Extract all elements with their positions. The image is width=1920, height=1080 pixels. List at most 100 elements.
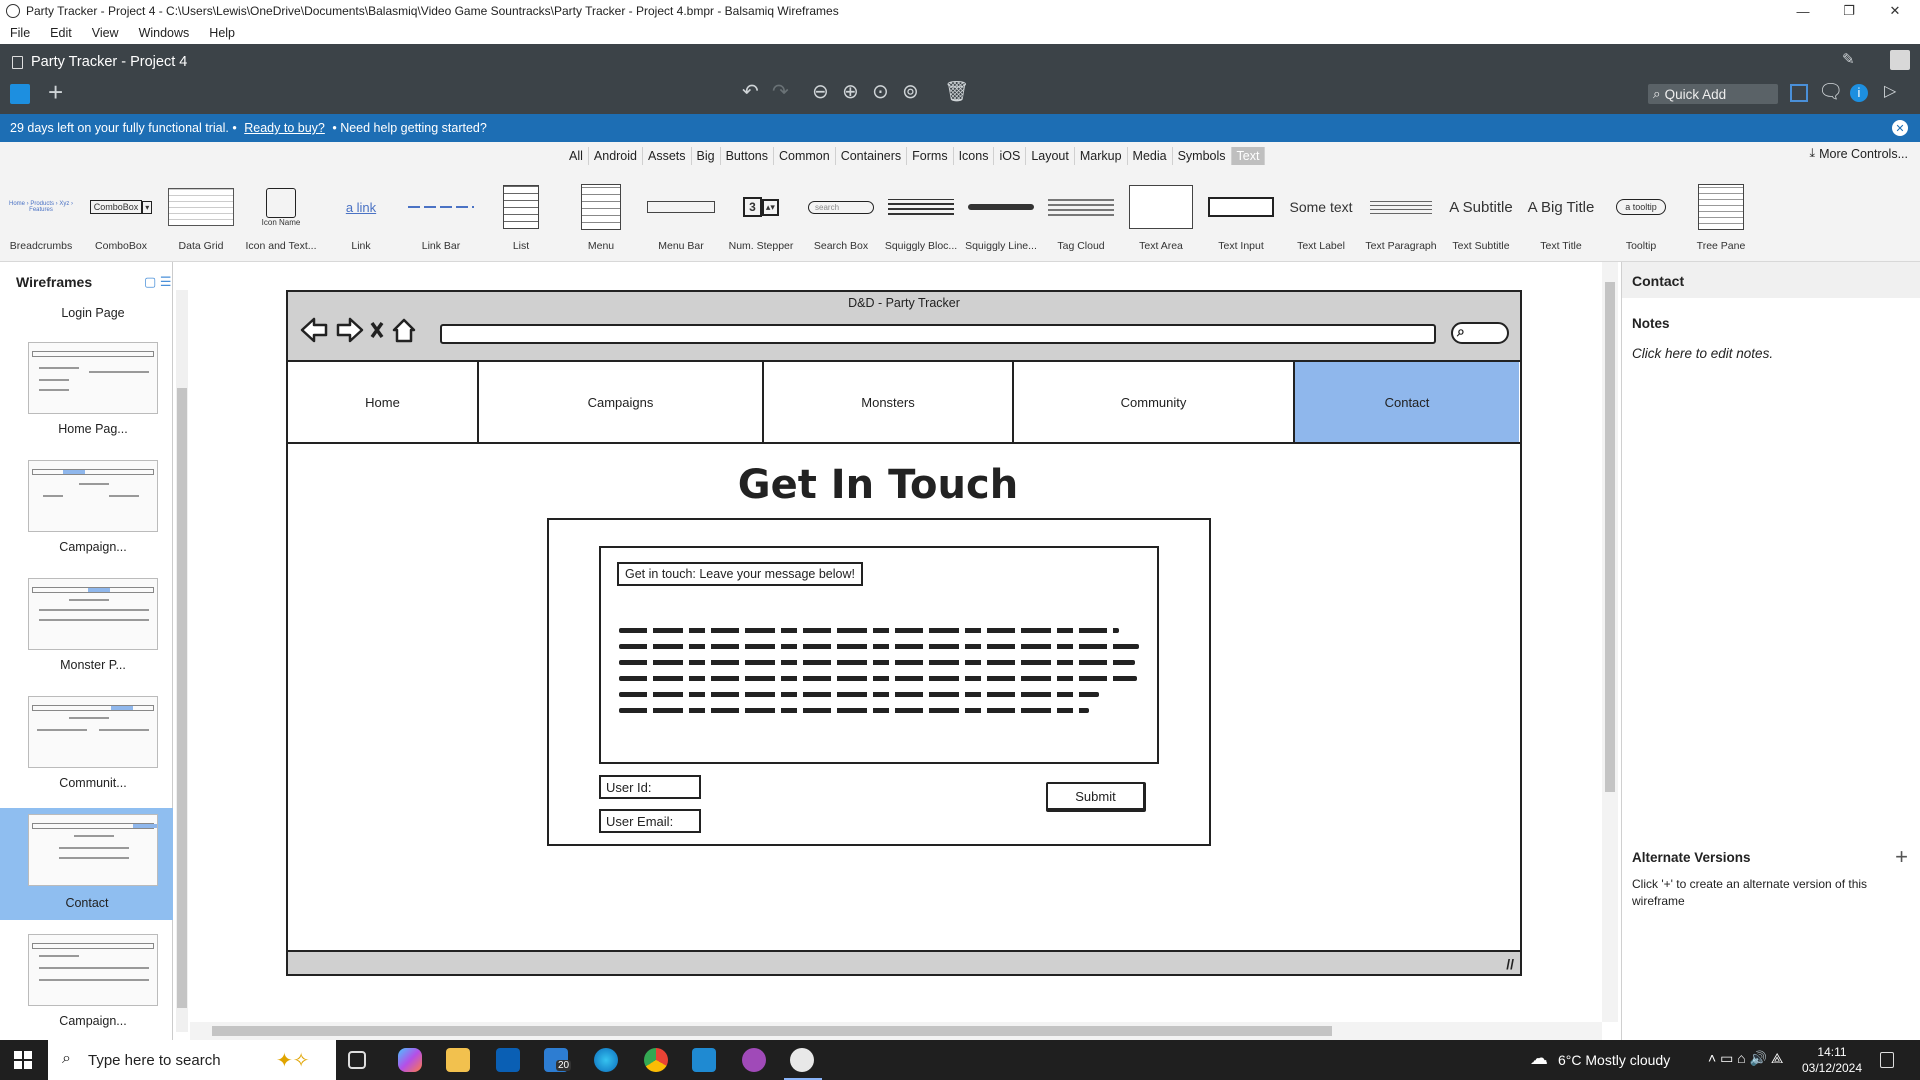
wireframes-view-icon[interactable] xyxy=(10,84,30,104)
undo-icon[interactable]: ↶ xyxy=(742,82,759,102)
minimize-button[interactable]: — xyxy=(1780,0,1826,22)
lib-text-input[interactable]: Text Input xyxy=(1201,182,1281,258)
category-buttons[interactable]: Buttons xyxy=(721,147,774,165)
task-view-icon[interactable] xyxy=(348,1051,366,1069)
scroll-thumb[interactable] xyxy=(177,388,187,1008)
scroll-thumb[interactable] xyxy=(1605,282,1615,792)
lib-search-box[interactable]: search Search Box xyxy=(801,182,881,258)
category-common[interactable]: Common xyxy=(774,147,836,165)
close-window-button[interactable]: ✕ xyxy=(1872,0,1918,22)
page-thumb-campaigns-2[interactable]: Campaign... xyxy=(26,930,160,1038)
lib-link-bar[interactable]: Link Bar xyxy=(401,182,481,258)
zoom-actual-icon[interactable]: ⊙ xyxy=(872,82,889,102)
category-containers[interactable]: Containers xyxy=(836,147,908,165)
lib-squiggly-line[interactable]: Squiggly Line... xyxy=(961,182,1041,258)
page-thumb-campaigns[interactable]: Campaign... xyxy=(26,456,160,564)
quick-add-input[interactable]: ⌕ Quick Add xyxy=(1648,84,1778,104)
zoom-in-icon[interactable]: ⊕ xyxy=(842,82,859,102)
menu-view[interactable]: View xyxy=(82,26,129,40)
notes-edit-area[interactable]: Click here to edit notes. xyxy=(1632,346,1773,361)
trash-icon[interactable]: 🗑 xyxy=(944,82,969,102)
category-media[interactable]: Media xyxy=(1128,147,1173,165)
restore-button[interactable]: ❐ xyxy=(1826,0,1872,22)
nav-community[interactable]: Community xyxy=(1014,362,1295,442)
category-markup[interactable]: Markup xyxy=(1075,147,1128,165)
menu-file[interactable]: File xyxy=(0,26,40,40)
category-android[interactable]: Android xyxy=(589,147,643,165)
lib-breadcrumbs[interactable]: Home › Products › Xyz › Features Breadcru… xyxy=(1,182,81,258)
scroll-thumb[interactable] xyxy=(212,1026,1332,1036)
category-forms[interactable]: Forms xyxy=(907,147,954,165)
wireframes-scrollbar[interactable] xyxy=(176,290,188,1032)
redo-icon[interactable]: ↷ xyxy=(772,82,789,102)
user-email-field[interactable]: User Email: xyxy=(599,809,701,833)
weather-text[interactable]: 6°C Mostly cloudy xyxy=(1558,1052,1670,1068)
lib-combobox[interactable]: ComboBox ▾ ComboBox xyxy=(81,182,161,258)
menu-help[interactable]: Help xyxy=(199,26,245,40)
submit-button[interactable]: Submit xyxy=(1046,782,1146,812)
user-avatar[interactable] xyxy=(1890,50,1910,70)
lib-text-title[interactable]: A Big Title Text Title xyxy=(1521,182,1601,258)
canvas-vertical-scrollbar[interactable] xyxy=(1602,262,1618,1022)
page-thumb-community[interactable]: Communit... xyxy=(26,692,160,800)
user-id-field[interactable]: User Id: xyxy=(599,775,701,799)
category-text[interactable]: Text xyxy=(1231,147,1266,165)
lib-tag-cloud[interactable]: Tag Cloud xyxy=(1041,182,1121,258)
mail-icon[interactable]: 20 xyxy=(544,1048,572,1072)
nav-contact[interactable]: Contact xyxy=(1295,362,1519,442)
add-icon[interactable]: + xyxy=(48,79,63,105)
canvas-horizontal-scrollbar[interactable] xyxy=(190,1022,1602,1040)
lib-text-label[interactable]: Some text Text Label xyxy=(1281,182,1361,258)
lib-data-grid[interactable]: Data Grid xyxy=(161,182,241,258)
layout-icon[interactable] xyxy=(1790,84,1808,102)
edge-icon[interactable] xyxy=(594,1048,618,1072)
lib-menu-bar[interactable]: Menu Bar xyxy=(641,182,721,258)
lib-tree-pane[interactable]: Tree Pane xyxy=(1681,182,1761,258)
nav-home[interactable]: Home xyxy=(288,362,479,442)
category-all[interactable]: All xyxy=(564,147,589,165)
nav-campaigns[interactable]: Campaigns xyxy=(479,362,764,442)
info-icon[interactable]: i xyxy=(1850,84,1868,102)
page-thumb-home[interactable]: Home Pag... xyxy=(26,338,160,446)
file-explorer-icon[interactable] xyxy=(446,1048,470,1072)
page-thumb-contact[interactable]: Contact xyxy=(0,808,173,920)
vscode-icon[interactable] xyxy=(692,1048,716,1072)
ready-to-buy-link[interactable]: Ready to buy? xyxy=(244,121,325,135)
zoom-fit-icon[interactable]: ⊚ xyxy=(902,82,919,102)
nav-monsters[interactable]: Monsters xyxy=(764,362,1014,442)
game-app-icon[interactable] xyxy=(742,1048,766,1072)
lib-squiggly-block[interactable]: Squiggly Bloc... xyxy=(881,182,961,258)
help-link[interactable]: Need help getting started? xyxy=(340,121,487,135)
zoom-out-icon[interactable]: ⊖ xyxy=(812,82,829,102)
chrome-icon[interactable] xyxy=(644,1048,668,1072)
system-tray-icons[interactable]: ˄ ▭ ⌂ 🔊 ⟁ xyxy=(1708,1050,1783,1067)
balsamiq-taskbar-icon[interactable] xyxy=(790,1048,814,1072)
category-assets[interactable]: Assets xyxy=(643,147,692,165)
page-thumb-login[interactable]: Login Page xyxy=(26,302,160,326)
lib-text-area[interactable]: Text Area xyxy=(1121,182,1201,258)
lib-num-stepper[interactable]: 3 ▴▾ Num. Stepper xyxy=(721,182,801,258)
lib-link[interactable]: a link Link xyxy=(321,182,401,258)
menu-windows[interactable]: Windows xyxy=(129,26,200,40)
lib-tooltip[interactable]: a tooltip Tooltip xyxy=(1601,182,1681,258)
panel-view-icons[interactable]: ▢ ☰ xyxy=(144,274,172,290)
more-controls-button[interactable]: ⤓ More Controls... xyxy=(1810,146,1908,161)
add-alternate-version-icon[interactable]: + xyxy=(1895,844,1908,870)
lib-text-paragraph[interactable]: Text Paragraph xyxy=(1361,182,1441,258)
category-symbols[interactable]: Symbols xyxy=(1173,147,1232,165)
presentation-icon[interactable]: ▷ xyxy=(1884,82,1896,102)
copilot-icon[interactable] xyxy=(398,1048,422,1072)
category-big[interactable]: Big xyxy=(692,147,721,165)
windows-start-icon[interactable] xyxy=(14,1051,32,1069)
lib-list[interactable]: List xyxy=(481,182,561,258)
category-layout[interactable]: Layout xyxy=(1026,147,1075,165)
taskbar-search-input[interactable]: ⌕ Type here to search ✦✧ xyxy=(48,1040,336,1080)
edit-pencil-icon[interactable]: ✎ xyxy=(1842,50,1855,70)
lib-icon-and-text[interactable]: Icon Name Icon and Text... xyxy=(241,182,321,258)
lib-text-subtitle[interactable]: A Subtitle Text Subtitle xyxy=(1441,182,1521,258)
menu-edit[interactable]: Edit xyxy=(40,26,82,40)
lib-menu[interactable]: Menu xyxy=(561,182,641,258)
category-ios[interactable]: iOS xyxy=(994,147,1027,165)
clock[interactable]: 14:11 03/12/2024 xyxy=(1796,1044,1868,1076)
notifications-icon[interactable] xyxy=(1880,1052,1894,1068)
